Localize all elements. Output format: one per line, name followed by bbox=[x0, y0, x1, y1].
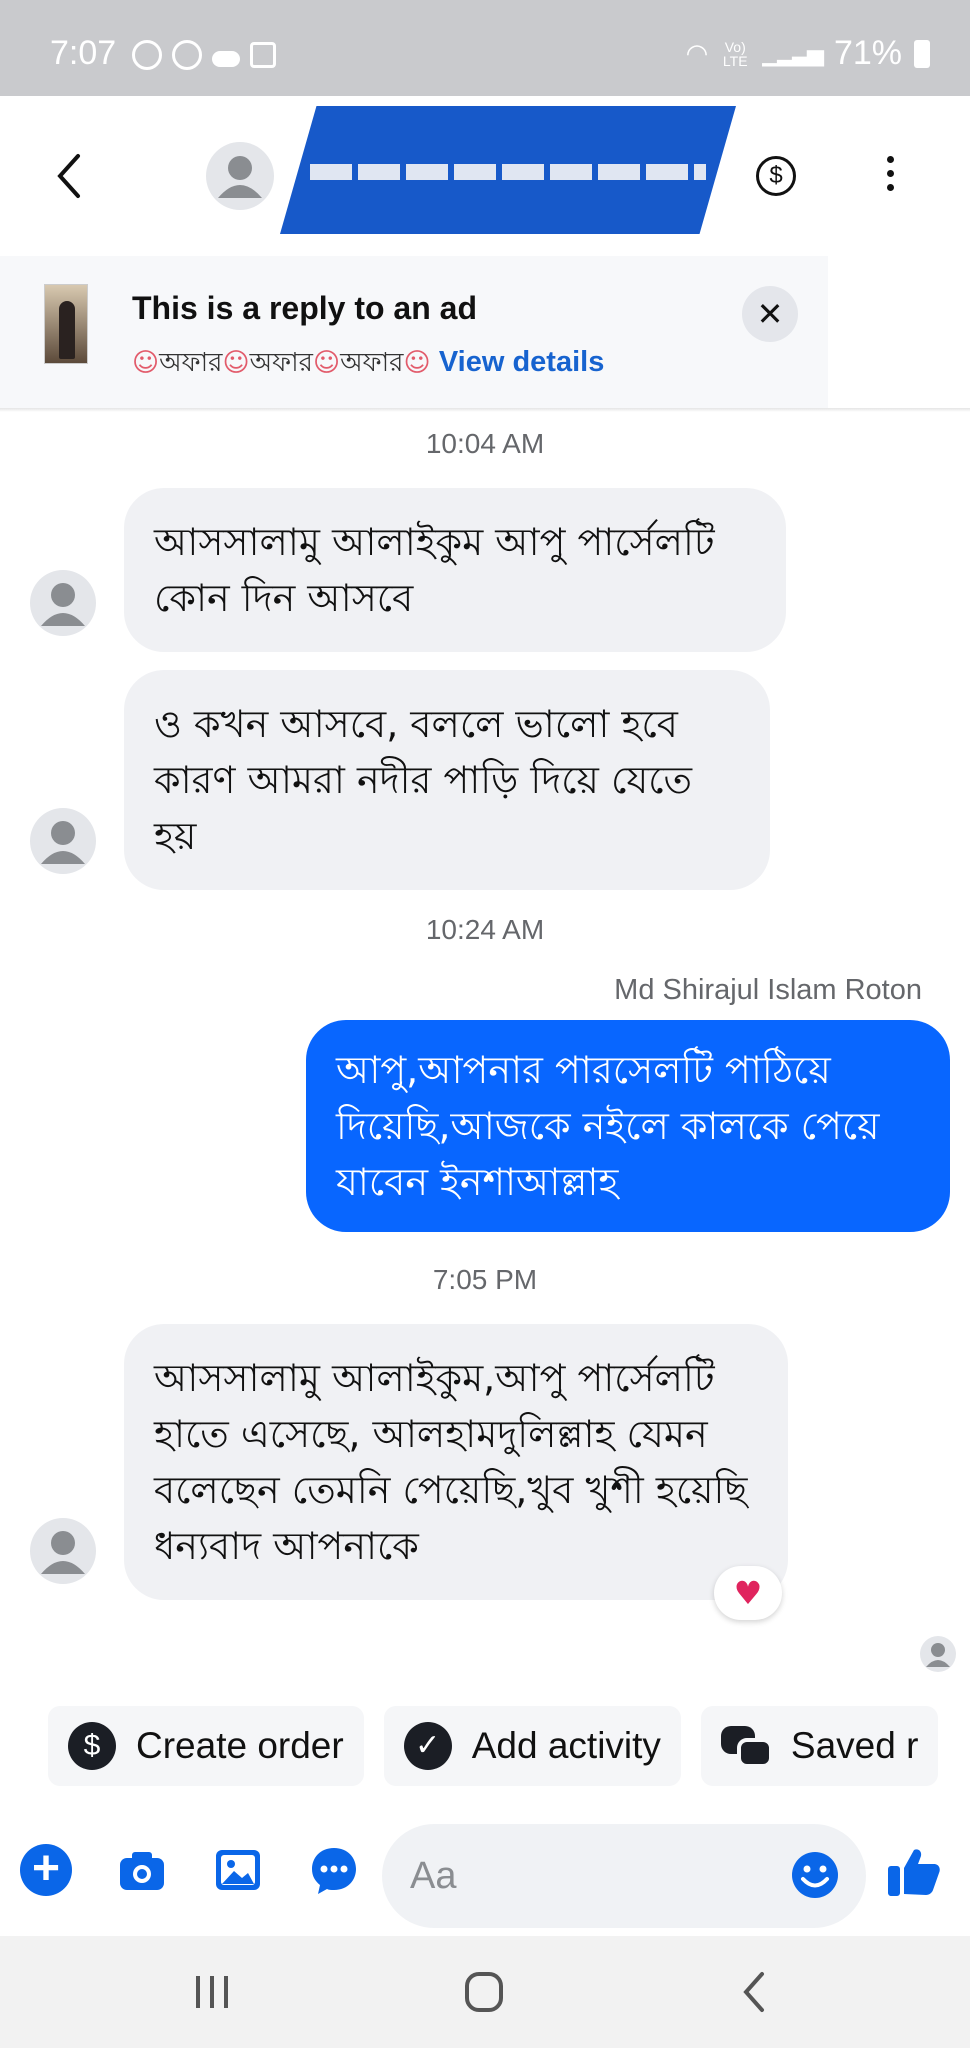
plus-icon[interactable]: + bbox=[20, 1844, 72, 1896]
back-button[interactable] bbox=[48, 146, 92, 206]
volte-icon: Vo) LTE bbox=[722, 38, 748, 69]
smiling-hearts-icon: ☺ bbox=[132, 348, 160, 378]
add-activity-label: Add activity bbox=[471, 1725, 661, 1766]
message-timestamp: 10:24 AM bbox=[425, 914, 545, 945]
image-icon bbox=[250, 42, 276, 68]
chat-more-icon[interactable] bbox=[308, 1844, 360, 1896]
smiling-hearts-icon: ☺ bbox=[222, 348, 250, 378]
quick-actions: $ Create order ✓ Add activity Saved r bbox=[48, 1706, 939, 1786]
status-bar: 7:07 ◠ Vo) LTE ▁▂▃▅ 71% bbox=[0, 0, 970, 96]
dollar-icon[interactable]: $ bbox=[756, 156, 796, 196]
saved-replies-button[interactable]: Saved r bbox=[700, 1706, 939, 1786]
signal-icon: ▁▂▃▅ bbox=[762, 40, 824, 66]
offer-text: অফার bbox=[249, 348, 313, 378]
status-time: 7:07 bbox=[50, 34, 117, 72]
check-icon: ✓ bbox=[403, 1722, 452, 1770]
view-details-link[interactable]: View details bbox=[439, 346, 605, 378]
battery-icon bbox=[914, 39, 930, 68]
person-icon bbox=[41, 821, 85, 864]
like-icon[interactable] bbox=[884, 1842, 942, 1900]
message-input-wrapper bbox=[382, 1824, 866, 1928]
notification-icon bbox=[132, 40, 162, 70]
message-composer: + bbox=[0, 1806, 970, 1936]
emoji-icon[interactable] bbox=[790, 1850, 840, 1900]
heart-reaction-icon[interactable]: ♥ bbox=[714, 1566, 782, 1620]
cloud-icon bbox=[212, 51, 240, 67]
saved-replies-label: Saved r bbox=[790, 1725, 919, 1766]
sender-name: Md Shirajul Islam Roton bbox=[614, 974, 922, 1006]
ad-reply-banner: This is a reply to an ad ☺অফার☺অফার☺অফার… bbox=[0, 256, 828, 408]
incoming-message[interactable]: আসসালামু আলাইকুম আপু পার্সেলটি কোন দিন আ… bbox=[124, 488, 786, 652]
offer-text: অফার bbox=[159, 348, 223, 378]
wifi-icon: ◠ bbox=[685, 38, 709, 68]
nav-back-icon[interactable] bbox=[726, 1966, 786, 2018]
person-icon bbox=[218, 156, 262, 198]
message-timestamp: 7:05 PM bbox=[432, 1264, 538, 1295]
divider bbox=[0, 408, 970, 412]
message-input[interactable] bbox=[410, 1846, 770, 1906]
sender-avatar[interactable] bbox=[30, 570, 96, 636]
person-icon bbox=[41, 1531, 85, 1574]
battery-percent: 71% bbox=[833, 34, 902, 72]
network-type: LTE bbox=[722, 52, 748, 69]
close-icon[interactable]: ✕ bbox=[742, 286, 798, 342]
outgoing-message[interactable]: আপু,আপনার পারসেলটি পাঠিয়ে দিয়েছি,আজকে … bbox=[306, 1020, 950, 1232]
offer-text: অফার bbox=[340, 348, 404, 378]
incoming-message[interactable]: আসসালামু আলাইকুম,আপু পার্সেলটি হাতে এসেছ… bbox=[124, 1324, 788, 1600]
create-order-button[interactable]: $ Create order bbox=[48, 1706, 364, 1786]
ad-thumbnail[interactable] bbox=[44, 284, 88, 364]
back-arrow-icon bbox=[57, 154, 80, 198]
gallery-icon[interactable] bbox=[212, 1844, 264, 1896]
person-icon bbox=[41, 583, 85, 626]
system-icons: ◠ Vo) LTE ▁▂▃▅ 71% bbox=[686, 34, 930, 73]
camera-icon[interactable] bbox=[116, 1844, 168, 1896]
person-icon bbox=[926, 1643, 950, 1667]
recent-apps-icon[interactable] bbox=[182, 1966, 242, 2018]
smiling-hearts-icon: ☺ bbox=[312, 348, 341, 378]
smiling-hearts-icon: ☺ bbox=[403, 348, 431, 378]
ad-reply-title: This is a reply to an ad bbox=[132, 290, 477, 326]
seen-avatar bbox=[920, 1636, 956, 1672]
avatar[interactable] bbox=[206, 142, 274, 210]
add-activity-button[interactable]: ✓ Add activity bbox=[383, 1706, 681, 1786]
sender-avatar[interactable] bbox=[30, 808, 96, 874]
notification-icons bbox=[132, 40, 276, 70]
dollar-icon: $ bbox=[68, 1722, 116, 1770]
create-order-label: Create order bbox=[136, 1725, 344, 1766]
message-timestamp: 10:04 AM bbox=[425, 428, 545, 459]
conversation-header: $ bbox=[0, 96, 970, 256]
chat-bubbles-icon bbox=[720, 1722, 773, 1770]
redaction-bar bbox=[310, 164, 706, 180]
more-vertical-icon[interactable] bbox=[880, 156, 900, 196]
incoming-message[interactable]: ও কখন আসবে, বললে ভালো হবে কারণ আমরা নদীর… bbox=[124, 670, 770, 890]
redacted-contact-name bbox=[280, 106, 736, 234]
system-nav-bar bbox=[0, 1936, 970, 2048]
ad-offer-line: ☺অফার☺অফার☺অফার☺ View details bbox=[132, 342, 604, 386]
notification-icon bbox=[172, 40, 202, 70]
sender-avatar[interactable] bbox=[30, 1518, 96, 1584]
home-icon[interactable] bbox=[454, 1966, 514, 2018]
